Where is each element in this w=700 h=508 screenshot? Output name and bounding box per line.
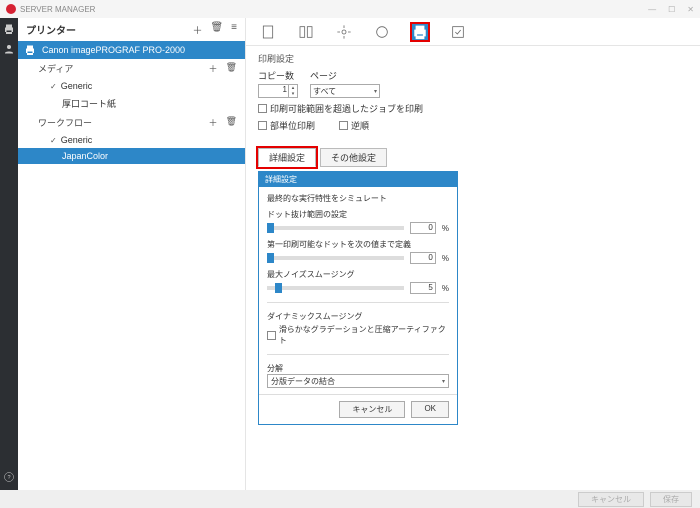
print-section-title: 印刷設定: [246, 46, 700, 69]
content-area: 印刷設定 コピー数 1▴▾ ページ すべて▾ 印刷可能範囲を超過したジョブを印刷…: [246, 18, 700, 490]
copies-label: コピー数: [258, 69, 298, 82]
tb-doc-icon[interactable]: [258, 22, 278, 42]
tab-other[interactable]: その他設定: [320, 148, 387, 167]
sidebar-menu-icon[interactable]: ≡: [231, 22, 237, 37]
window-controls: — ☐ ✕: [648, 5, 694, 14]
workflow-item-japancolor[interactable]: JapanColor: [18, 148, 245, 164]
tb-print-icon[interactable]: [410, 22, 430, 42]
tb-target-icon[interactable]: [334, 22, 354, 42]
slider-thumb-icon[interactable]: [267, 223, 274, 233]
toolbar: [246, 18, 700, 46]
sidebar: プリンター ＋ 🗑 ≡ Canon imagePROGRAF PRO-2000 …: [18, 18, 246, 490]
cb-collate[interactable]: 部単位印刷: [258, 119, 315, 132]
delete-printer-icon[interactable]: 🗑: [210, 22, 223, 37]
slider1-label: ドット抜け範囲の設定: [267, 209, 449, 220]
spin-down-icon[interactable]: ▾: [289, 91, 297, 97]
add-workflow-icon[interactable]: ＋: [209, 116, 218, 129]
tab-detail[interactable]: 詳細設定: [258, 148, 316, 167]
slider2[interactable]: [267, 256, 404, 260]
cb-reverse[interactable]: 逆順: [339, 119, 369, 132]
printer-icon: [24, 44, 36, 56]
media-group[interactable]: メディア ＋ 🗑: [18, 59, 245, 78]
rail-help-icon[interactable]: ?: [2, 470, 16, 484]
copies-input[interactable]: 1▴▾: [258, 84, 298, 98]
slider-thumb-icon[interactable]: [267, 253, 274, 263]
app-title: SERVER MANAGER: [20, 5, 95, 14]
workflow-label: ワークフロー: [38, 116, 92, 129]
chevron-down-icon: ▾: [374, 88, 377, 95]
close-icon[interactable]: ✕: [687, 5, 694, 14]
rail-printer-icon[interactable]: [2, 22, 16, 36]
sidebar-title: プリンター: [26, 22, 76, 37]
pages-select[interactable]: すべて▾: [310, 84, 380, 98]
footer: キャンセル 保存: [0, 490, 700, 508]
print-settings: コピー数 1▴▾ ページ すべて▾ 印刷可能範囲を超過したジョブを印刷 部単位印…: [246, 69, 700, 144]
resolution-label: 分解: [267, 363, 449, 374]
printer-row[interactable]: Canon imagePROGRAF PRO-2000: [18, 41, 245, 59]
slider2-value[interactable]: 0: [410, 252, 436, 264]
maximize-icon[interactable]: ☐: [668, 5, 675, 14]
pages-label: ページ: [310, 69, 380, 82]
printer-name: Canon imagePROGRAF PRO-2000: [42, 45, 185, 55]
detail-panel: 詳細設定 最終的な実行特性をシミュレート ドット抜け範囲の設定 0 % 第一印刷…: [258, 171, 458, 425]
checkbox-icon: [258, 121, 267, 130]
delete-media-icon[interactable]: 🗑: [226, 62, 237, 75]
media-item-coat[interactable]: 厚口コート紙: [18, 94, 245, 113]
title-bar: SERVER MANAGER — ☐ ✕: [0, 0, 700, 18]
nav-rail: ?: [0, 18, 18, 490]
panel-ok-button[interactable]: OK: [411, 401, 449, 418]
tb-color-icon[interactable]: [372, 22, 392, 42]
resolution-select[interactable]: 分版データの結合▾: [267, 374, 449, 388]
panel-cancel-button[interactable]: キャンセル: [339, 401, 405, 418]
slider-thumb-icon[interactable]: [275, 283, 282, 293]
delete-workflow-icon[interactable]: 🗑: [226, 116, 237, 129]
slider3-label: 最大ノイズスムージング: [267, 269, 449, 280]
cb-dynamic[interactable]: 滑らかなグラデーションと圧縮アーティファクト: [267, 324, 449, 346]
slider3-value[interactable]: 5: [410, 282, 436, 294]
chevron-down-icon: ▾: [442, 378, 445, 385]
slider1-value[interactable]: 0: [410, 222, 436, 234]
slider3[interactable]: [267, 286, 404, 290]
checkbox-icon: [258, 104, 267, 113]
cb-oversize[interactable]: 印刷可能範囲を超過したジョブを印刷: [258, 102, 688, 115]
svg-text:?: ?: [7, 475, 10, 481]
slider2-label: 第一印刷可能なドットを次の値まで定義: [267, 239, 449, 250]
workflow-item-generic[interactable]: Generic: [18, 132, 245, 148]
footer-cancel-button[interactable]: キャンセル: [578, 492, 644, 507]
slider1[interactable]: [267, 226, 404, 230]
tb-check-icon[interactable]: [448, 22, 468, 42]
footer-save-button[interactable]: 保存: [650, 492, 692, 507]
minimize-icon[interactable]: —: [648, 5, 656, 14]
app-logo-icon: [6, 4, 16, 14]
tb-pages-icon[interactable]: [296, 22, 316, 42]
dynamic-label: ダイナミックスムージング: [267, 311, 449, 322]
sidebar-header: プリンター ＋ 🗑 ≡: [18, 18, 245, 41]
media-label: メディア: [38, 62, 73, 75]
checkbox-icon: [267, 331, 276, 340]
tabs: 詳細設定 その他設定: [246, 148, 700, 167]
checkbox-icon: [339, 121, 348, 130]
add-media-icon[interactable]: ＋: [209, 62, 218, 75]
add-printer-icon[interactable]: ＋: [192, 22, 202, 37]
media-item-generic[interactable]: Generic: [18, 78, 245, 94]
panel-header: 詳細設定: [259, 172, 457, 187]
panel-subtitle: 最終的な実行特性をシミュレート: [267, 193, 449, 204]
workflow-group[interactable]: ワークフロー ＋ 🗑: [18, 113, 245, 132]
rail-user-icon[interactable]: [2, 42, 16, 56]
